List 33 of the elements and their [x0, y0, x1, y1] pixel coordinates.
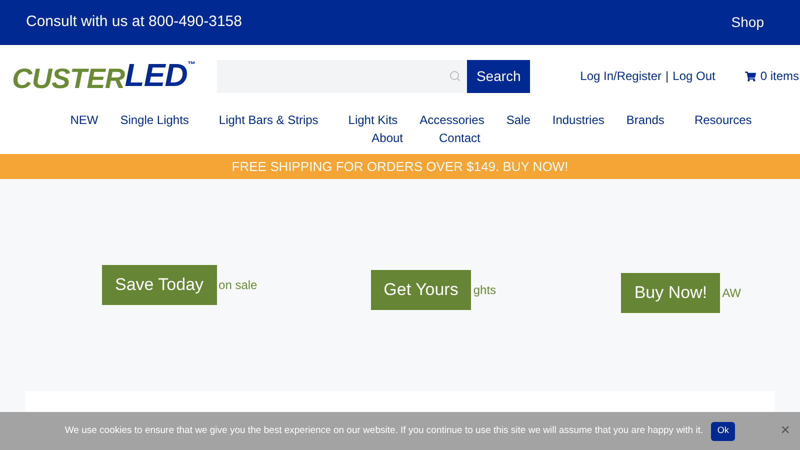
cta-button[interactable]: Buy Now!	[621, 273, 720, 313]
slide-caption: ghts	[473, 282, 496, 299]
separator-text: |	[666, 68, 669, 85]
nav-link[interactable]: Accessories	[420, 111, 484, 129]
logo-text: LED	[124, 59, 188, 91]
nav-link[interactable]: NEW	[70, 111, 98, 129]
ok-button[interactable]: Ok	[711, 422, 736, 440]
search-field[interactable]	[217, 60, 468, 92]
logo-text: CUSTER	[12, 65, 125, 93]
nav-link[interactable]: Resources	[694, 111, 752, 129]
nav-link[interactable]: Industries	[552, 111, 604, 129]
shop-link[interactable]: Shop	[731, 12, 764, 33]
login-link[interactable]: Log In/Register	[580, 67, 662, 85]
nav-link[interactable]: Contact	[439, 129, 480, 147]
nav-link[interactable]: Light Kits	[348, 111, 398, 129]
slide-caption: AW	[722, 285, 741, 302]
cta-button[interactable]: Save Today	[102, 265, 217, 305]
nav-link[interactable]: Sale	[506, 111, 530, 129]
cart-icon	[745, 70, 756, 82]
nav-link[interactable]: Brands	[626, 111, 664, 129]
slide-caption: on sale	[218, 277, 258, 294]
phone-text: Consult with us at 800-490-3158	[26, 12, 242, 32]
cta-button[interactable]: Get Yours	[370, 270, 472, 310]
search-button[interactable]: Search	[467, 60, 530, 92]
cookie-message: We use cookies to ensure that we give you the best experience on our website. If you continue to use this site we will assume that you are happy with it.	[64, 424, 704, 438]
trademark-mark: ™	[188, 59, 196, 71]
search-icon	[449, 70, 462, 82]
logo[interactable]: CUSTERLED™	[12, 59, 196, 93]
nav-link[interactable]: About	[372, 129, 403, 147]
cart-link[interactable]: 0 items	[745, 67, 800, 85]
nav-link[interactable]: Single Lights	[120, 111, 189, 129]
logout-link[interactable]: Log Out	[672, 67, 716, 85]
nav-link[interactable]: Light Bars & Strips	[218, 111, 318, 129]
